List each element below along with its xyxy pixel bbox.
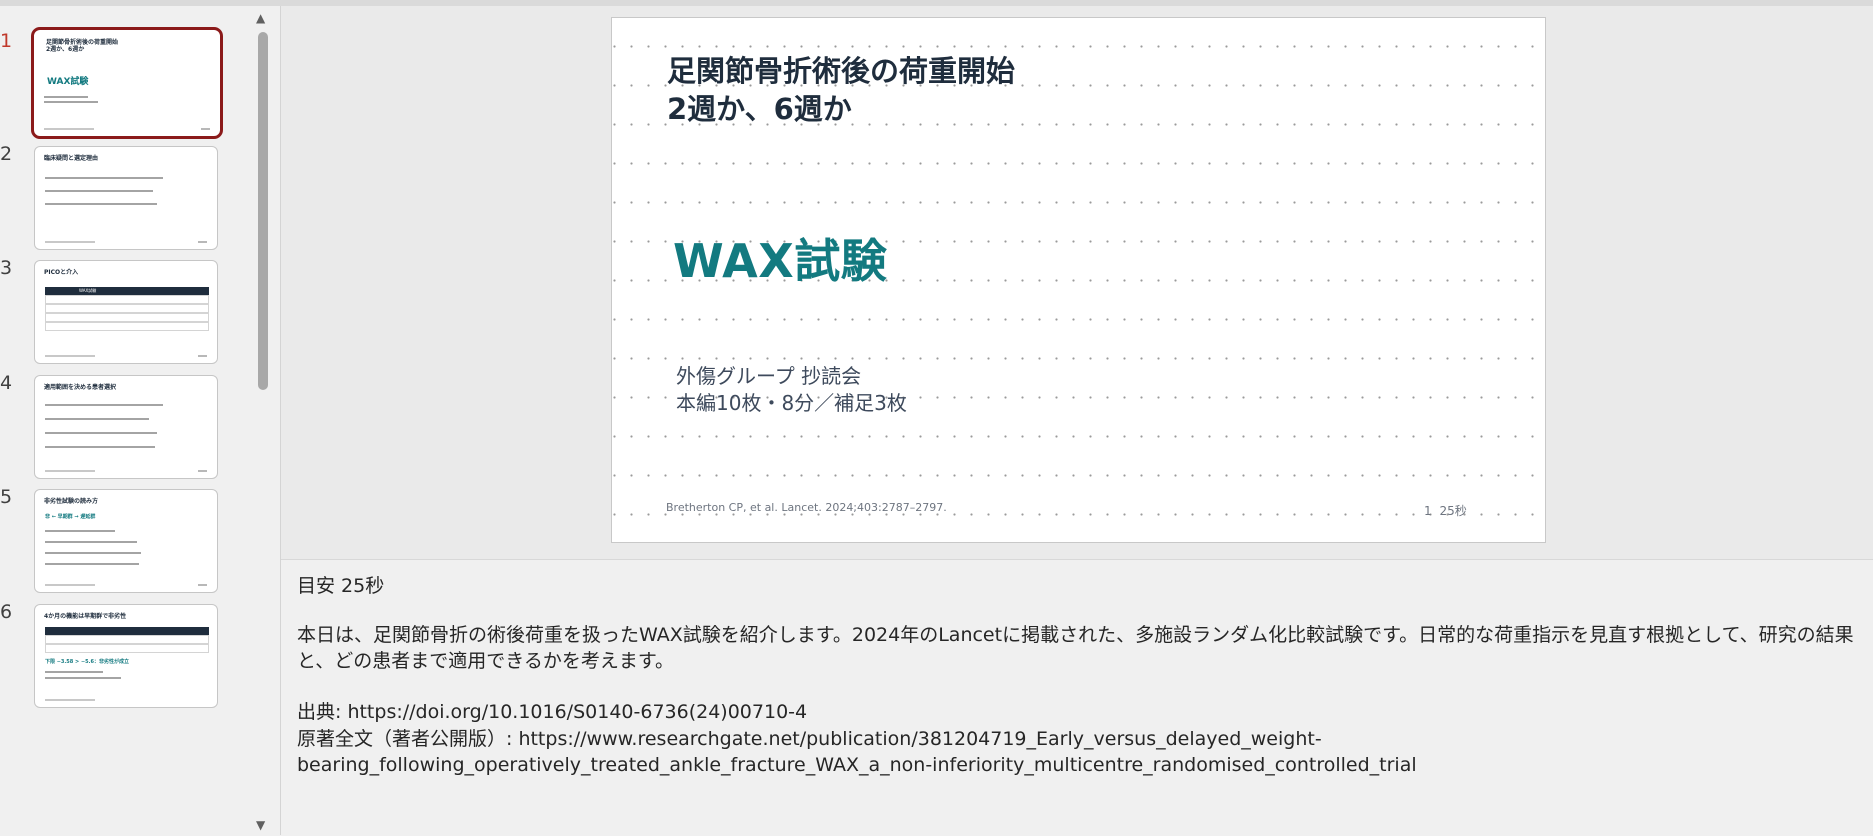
slide-thumbnails-pane[interactable]: 1 足関節骨折術後の荷重開始 2週か、6週か WAX試験 2 臨床疑問と選定理由… [0, 6, 281, 835]
notes-fulltext-line1: 原著全文（著者公開版）: https://www.researchgate.ne… [297, 728, 1322, 750]
scroll-down-arrow-icon[interactable]: ▼ [256, 819, 265, 831]
thumbnail-text-line [45, 671, 103, 673]
thumbnail-page-number [198, 241, 207, 243]
slide-number: 6 [0, 601, 13, 623]
slide-citation[interactable]: Bretherton CP, et al. Lancet. 2024;403:2… [666, 501, 947, 514]
slide-number: 3 [0, 257, 13, 279]
thumbnail-page-number [198, 470, 207, 472]
slide-number: 4 [0, 372, 13, 394]
slide-number-timing[interactable]: 1 25秒 [1424, 502, 1467, 519]
thumbnail-text-line [45, 552, 141, 554]
thumbnail-footer [45, 470, 95, 472]
thumbnail-table-row [45, 635, 209, 644]
thumbnail-footer [44, 128, 94, 130]
thumbnail-text-line [45, 446, 155, 448]
thumbnail-frame[interactable]: 臨床疑問と選定理由 [34, 146, 218, 250]
thumbnail-table-row [45, 313, 209, 322]
thumbnail-title-line2: 2週か、6週か [46, 46, 85, 53]
thumbnail-title: PICOと介入 [44, 269, 79, 276]
thumbnail-footer [45, 699, 95, 701]
thumbnail-heading: 非 ← 早期群 → 遅延群 [45, 514, 96, 520]
thumbnail-table-row [45, 295, 209, 304]
slide-subtitle-line1: 外傷グループ 抄読会 [676, 364, 862, 388]
thumbnail-page-number [198, 584, 207, 586]
thumbnail-frame[interactable]: PICOと介入 WAX試験 [34, 260, 218, 364]
thumbnail-title: 適用範囲を決める患者選択 [44, 384, 117, 391]
thumbnail-table-header [45, 627, 209, 635]
slide-canvas[interactable]: 足関節骨折術後の荷重開始 2週か、6週か WAX試験 外傷グループ 抄読会 本編… [611, 17, 1546, 543]
thumbnail-frame-selected[interactable]: 足関節骨折術後の荷重開始 2週か、6週か WAX試験 [31, 27, 223, 139]
thumbnail-table-header: WAX試験 [45, 287, 209, 295]
thumbnail-page-number [201, 128, 210, 130]
slide-title[interactable]: 足関節骨折術後の荷重開始 2週か、6週か [667, 52, 1015, 128]
thumbnail-frame[interactable]: 適用範囲を決める患者選択 [34, 375, 218, 479]
slide-editor-area: 足関節骨折術後の荷重開始 2週か、6週か WAX試験 外傷グループ 抄読会 本編… [281, 6, 1873, 559]
slide-number: 5 [0, 486, 13, 508]
slide-subtitle-line2: 本編10枚・8分／補足3枚 [676, 391, 907, 415]
thumbnail-title-line1: 足関節骨折術後の荷重開始 [46, 39, 119, 46]
slide-title-line1: 足関節骨折術後の荷重開始 [667, 54, 1016, 88]
thumbnail-footer [45, 241, 95, 243]
thumbnail-text-line [45, 563, 139, 565]
slide-page-number: 1 [1424, 504, 1432, 518]
thumbnail-heading: WAX試験 [47, 77, 89, 87]
thumbnail-text-line [45, 541, 137, 543]
slide-number: 1 [0, 30, 13, 52]
thumbnail-page-number [198, 355, 207, 357]
notes-body: 本日は、足関節骨折の術後荷重を扱ったWAX試験を紹介します。2024年のLanc… [297, 624, 1854, 672]
thumbnail-text-line [45, 432, 157, 434]
thumbnail-title: 4か月の機能は早期群で非劣性 [44, 613, 127, 620]
slide-subtitle[interactable]: 外傷グループ 抄読会 本編10枚・8分／補足3枚 [676, 363, 907, 417]
slide-timing: 25秒 [1439, 504, 1467, 518]
speaker-notes-pane[interactable]: 目安 25秒 本日は、足関節骨折の術後荷重を扱ったWAX試験を紹介します。202… [281, 559, 1873, 836]
thumbnail-text-line [45, 203, 157, 205]
thumbnail-title: 足関節骨折術後の荷重開始 2週か、6週か [46, 39, 118, 53]
thumbnail-table-row [45, 644, 209, 653]
scrollbar-thumb[interactable] [258, 32, 268, 390]
slide-number: 2 [0, 143, 13, 165]
thumbnail-text-line [44, 101, 98, 103]
thumbnail-text-line [45, 677, 121, 679]
notes-fulltext-line2: bearing_following_operatively_treated_an… [297, 754, 1417, 776]
thumbnail-table-header-text: WAX試験 [79, 288, 97, 293]
thumbnail-frame[interactable]: 非劣性試験の読み方 非 ← 早期群 → 遅延群 [34, 489, 218, 593]
thumbnail-text-line [45, 530, 115, 532]
thumbnail-footer [45, 355, 95, 357]
thumbnails-scrollbar[interactable]: ▲ ▼ [252, 6, 276, 835]
slide-heading[interactable]: WAX試験 [673, 233, 887, 289]
thumbnail-title: 臨床疑問と選定理由 [44, 155, 99, 162]
thumbnail-text-line [45, 190, 153, 192]
thumbnail-heading: 下限 −3.58 > −5.6：非劣性が成立 [45, 659, 129, 665]
thumbnail-text-line [45, 404, 163, 406]
thumbnail-footer [45, 584, 95, 586]
scroll-up-arrow-icon[interactable]: ▲ [256, 12, 265, 24]
thumbnail-text-line [45, 177, 163, 179]
thumbnail-table-row [45, 304, 209, 313]
thumbnail-text-line [45, 418, 149, 420]
thumbnail-frame[interactable]: 4か月の機能は早期群で非劣性 下限 −3.58 > −5.6：非劣性が成立 [34, 604, 218, 708]
slide-title-line2: 2週か、6週か [667, 92, 852, 126]
notes-time-guide: 目安 25秒 [297, 575, 385, 597]
thumbnail-text-line [44, 96, 88, 98]
notes-source: 出典: https://doi.org/10.1016/S0140-6736(2… [297, 701, 808, 723]
thumbnail-title: 非劣性試験の読み方 [44, 498, 99, 505]
thumbnail-table-row [45, 322, 209, 331]
